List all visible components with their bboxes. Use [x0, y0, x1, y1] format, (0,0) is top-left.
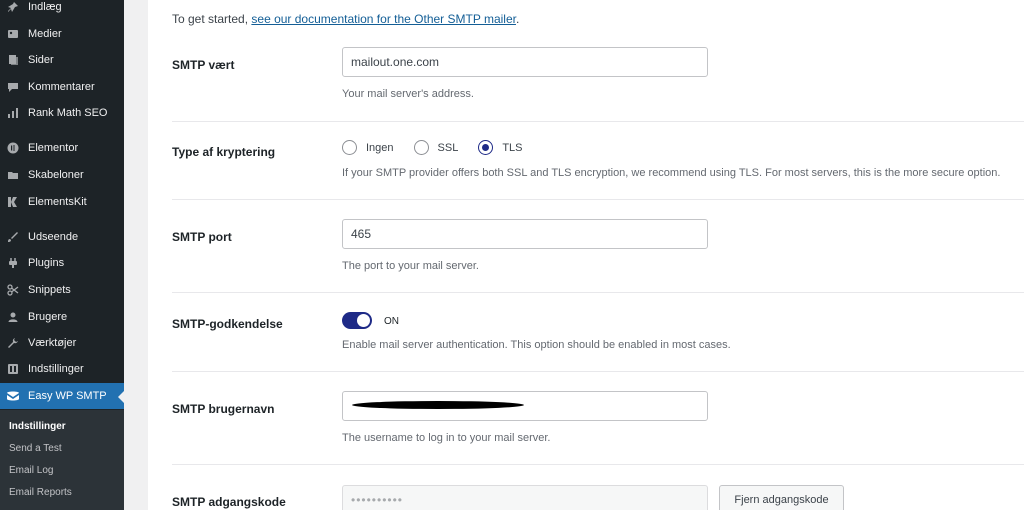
sidebar-item-rank-math[interactable]: Rank Math SEO: [0, 100, 124, 126]
smtp-auth-description: Enable mail server authentication. This …: [342, 339, 731, 351]
sidebar-item-label: Plugins: [28, 257, 65, 269]
remove-password-button[interactable]: Fjern adgangskode: [719, 485, 844, 510]
sidebar-item-indstillinger[interactable]: Indstillinger: [0, 356, 124, 382]
smtp-port-description: The port to your mail server.: [342, 260, 479, 272]
encryption-label: Type af kryptering: [172, 145, 276, 159]
smtp-password-label: SMTP adgangskode: [172, 495, 286, 509]
pages-icon: [6, 53, 20, 67]
smtp-host-description: Your mail server's address.: [342, 88, 474, 100]
sidebar-item-plugins[interactable]: Plugins: [0, 250, 124, 276]
plugin-icon: [6, 256, 20, 270]
comment-icon: [6, 80, 20, 94]
intro-prefix: To get started,: [172, 12, 252, 26]
smtp-username-label: SMTP brugernavn: [172, 402, 275, 416]
radio-ssl[interactable]: SSL: [413, 140, 459, 155]
encryption-radio-group: Ingen SSL TLS: [342, 140, 543, 155]
intro-suffix: .: [515, 12, 520, 26]
elementskit-icon: [6, 195, 20, 209]
sidebar-item-label: Udseende: [28, 231, 79, 243]
sidebar-item-label: Værktøjer: [28, 337, 77, 349]
sidebar-item-label: ElementsKit: [28, 196, 87, 208]
radio-label: TLS: [502, 141, 523, 154]
sidebar-item-elementskit[interactable]: ElementsKit: [0, 189, 124, 215]
scissors-icon: [6, 283, 20, 297]
sidebar-item-sider[interactable]: Sider: [0, 47, 124, 73]
submenu-item-email-reports[interactable]: Email Reports: [9, 487, 72, 498]
sidebar-item-label: Indlæg: [28, 1, 62, 13]
sidebar-item-label: Easy WP SMTP: [28, 390, 107, 402]
brush-icon: [6, 230, 20, 244]
user-icon: [6, 310, 20, 324]
divider: [172, 464, 1024, 465]
mail-icon: [6, 389, 20, 403]
divider: [172, 292, 1024, 293]
submenu-item-indstillinger[interactable]: Indstillinger: [9, 421, 66, 432]
sidebar-item-indlaeg[interactable]: Indlæg: [0, 0, 124, 20]
radio-button[interactable]: [413, 140, 429, 155]
radio-label: Ingen: [366, 141, 394, 154]
radio-label: SSL: [437, 141, 459, 154]
encryption-description: If your SMTP provider offers both SSL an…: [342, 167, 1001, 179]
elementor-icon: [6, 141, 20, 155]
sidebar-item-label: Rank Math SEO: [28, 107, 108, 119]
sidebar-item-label: Medier: [28, 28, 62, 40]
submenu-item-send-test[interactable]: Send a Test: [9, 443, 62, 454]
toggle-state-text: ON: [384, 316, 399, 327]
radio-button-selected[interactable]: [478, 140, 494, 155]
smtp-auth-toggle[interactable]: [342, 312, 372, 329]
sidebar-item-skabeloner[interactable]: Skabeloner: [0, 162, 124, 188]
smtp-username-description: The username to log in to your mail serv…: [342, 432, 551, 444]
sidebar-item-kommentarer[interactable]: Kommentarer: [0, 74, 124, 100]
submenu: Indstillinger Send a Test Email Log Emai…: [0, 410, 124, 510]
divider: [172, 121, 1024, 122]
sidebar-item-snippets[interactable]: Snippets: [0, 277, 124, 303]
main-content: To get started, see our documentation fo…: [124, 0, 1024, 510]
chart-icon: [6, 106, 20, 120]
wrench-icon: [6, 336, 20, 350]
pin-icon: [6, 0, 20, 14]
sidebar-item-label: Brugere: [28, 311, 68, 323]
sidebar-item-label: Elementor: [28, 142, 79, 154]
settings-panel: To get started, see our documentation fo…: [148, 0, 1024, 510]
radio-tls[interactable]: TLS: [478, 140, 523, 155]
settings-icon: [6, 362, 20, 376]
sidebar-item-label: Indstillinger: [28, 363, 84, 375]
smtp-port-input[interactable]: 465: [342, 219, 708, 249]
smtp-auth-label: SMTP-godkendelse: [172, 317, 283, 331]
smtp-password-input[interactable]: ••••••••••: [342, 485, 708, 510]
admin-sidebar: Indlæg Medier Sider Kommentarer Rank Mat…: [0, 0, 124, 510]
documentation-link[interactable]: see our documentation for the Other SMTP…: [251, 12, 516, 26]
submenu-item-email-log[interactable]: Email Log: [9, 465, 53, 476]
sidebar-item-label: Skabeloner: [28, 169, 84, 181]
smtp-port-label: SMTP port: [172, 230, 232, 244]
sidebar-item-udseende[interactable]: Udseende: [0, 224, 124, 250]
divider: [172, 199, 1024, 200]
sidebar-item-label: Sider: [28, 54, 54, 66]
sidebar-item-easy-wp-smtp[interactable]: Easy WP SMTP: [0, 383, 124, 409]
divider: [172, 371, 1024, 372]
redaction-scribble: [352, 401, 524, 409]
smtp-host-label: SMTP vært: [172, 58, 235, 72]
sidebar-item-elementor[interactable]: Elementor: [0, 135, 124, 161]
folder-icon: [6, 168, 20, 182]
radio-ingen[interactable]: Ingen: [342, 140, 394, 155]
smtp-host-input[interactable]: mailout.one.com: [342, 47, 708, 77]
sidebar-item-label: Snippets: [28, 284, 71, 296]
media-icon: [6, 27, 20, 41]
sidebar-item-vaerktoejer[interactable]: Værktøjer: [0, 330, 124, 356]
radio-button[interactable]: [342, 140, 357, 155]
sidebar-item-brugere[interactable]: Brugere: [0, 304, 124, 330]
sidebar-item-label: Kommentarer: [28, 81, 95, 93]
sidebar-item-medier[interactable]: Medier: [0, 21, 124, 47]
intro-text: To get started, see our documentation fo…: [172, 12, 519, 26]
